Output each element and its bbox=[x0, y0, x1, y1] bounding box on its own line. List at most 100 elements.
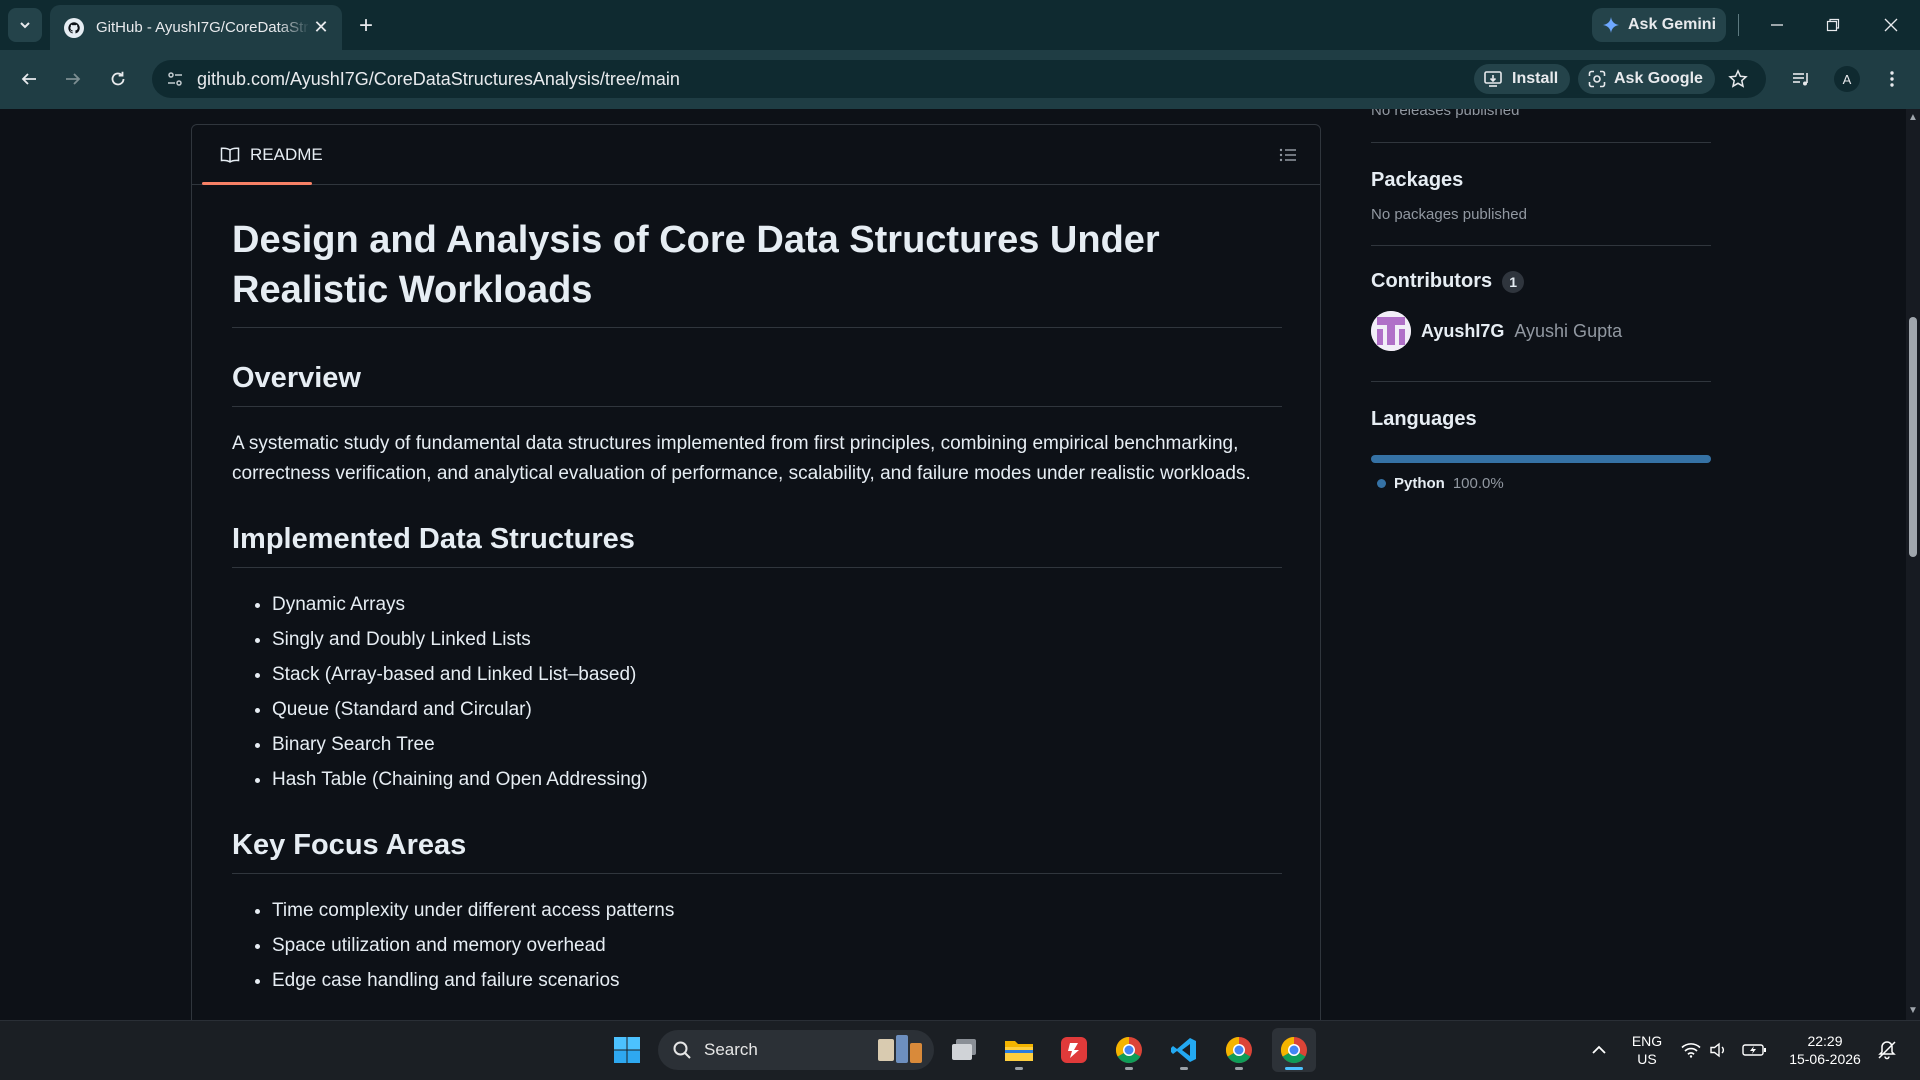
language-percent: 100.0% bbox=[1452, 475, 1504, 492]
tab-close-icon[interactable]: ✕ bbox=[310, 17, 332, 39]
taskbar-chrome-2[interactable] bbox=[1217, 1028, 1261, 1072]
contributors-heading[interactable]: Contributors 1 bbox=[1371, 270, 1711, 293]
bookmark-star-button[interactable] bbox=[1723, 64, 1753, 94]
clock[interactable]: 22:29 15-06-2026 bbox=[1780, 1032, 1870, 1068]
scrollbar-thumb[interactable] bbox=[1909, 317, 1917, 557]
packages-empty-text: No packages published bbox=[1371, 206, 1527, 223]
table-of-contents-button[interactable] bbox=[1276, 143, 1300, 167]
github-icon bbox=[64, 17, 84, 38]
tab-title: GitHub - AyushI7G/CoreDataStructuresAnal… bbox=[96, 19, 310, 36]
windows-logo-icon bbox=[614, 1037, 640, 1063]
taskbar-app-red[interactable] bbox=[1052, 1028, 1096, 1072]
languages-section: Languages Python 100.0% bbox=[1371, 382, 1711, 492]
install-label: Install bbox=[1512, 70, 1559, 87]
readme-title: Design and Analysis of Core Data Structu… bbox=[232, 215, 1282, 328]
reload-icon bbox=[111, 71, 125, 86]
notification-bell-icon bbox=[1878, 1041, 1896, 1060]
scroll-down-icon[interactable]: ▼ bbox=[1908, 1006, 1918, 1016]
list-item: Binary Search Tree bbox=[272, 730, 1282, 760]
show-hidden-icons-button[interactable] bbox=[1584, 1035, 1614, 1065]
install-app-button[interactable]: Install bbox=[1474, 64, 1571, 94]
arrow-right-icon bbox=[66, 73, 81, 85]
language-item-python[interactable]: Python 100.0% bbox=[1371, 475, 1711, 492]
taskbar-chrome-3-active[interactable] bbox=[1272, 1028, 1316, 1072]
contributor-name: Ayushi Gupta bbox=[1514, 320, 1623, 341]
readme-panel: README Design and Analysis of Core Data … bbox=[191, 124, 1321, 1020]
app-icon bbox=[1061, 1037, 1087, 1063]
packages-section: Packages No packages published bbox=[1371, 143, 1711, 246]
taskbar-task-view[interactable] bbox=[942, 1028, 986, 1072]
site-info-icon[interactable] bbox=[164, 68, 186, 90]
forward-button[interactable] bbox=[58, 64, 88, 94]
profile-avatar[interactable]: A bbox=[1834, 66, 1860, 92]
close-window-button[interactable] bbox=[1876, 10, 1906, 40]
ask-google-label: Ask Google bbox=[1614, 70, 1703, 87]
packages-heading[interactable]: Packages bbox=[1371, 169, 1711, 192]
ask-gemini-button[interactable]: Ask Gemini bbox=[1592, 8, 1726, 42]
speaker-icon bbox=[1710, 1042, 1724, 1058]
browser-menu-button[interactable] bbox=[1877, 64, 1907, 94]
page-viewport: README Design and Analysis of Core Data … bbox=[0, 109, 1906, 1020]
search-icon bbox=[673, 1041, 691, 1059]
close-icon bbox=[1884, 18, 1898, 32]
minimize-icon bbox=[1771, 24, 1783, 26]
language-bar bbox=[1371, 455, 1711, 463]
taskbar-search[interactable]: Search bbox=[658, 1030, 934, 1070]
contributor-avatar[interactable] bbox=[1371, 311, 1411, 351]
start-button[interactable] bbox=[605, 1028, 649, 1072]
active-tab-underline bbox=[202, 182, 312, 185]
language-name: Python bbox=[1394, 475, 1445, 492]
battery-status[interactable] bbox=[1740, 1035, 1770, 1065]
taskbar-file-explorer[interactable] bbox=[997, 1028, 1041, 1072]
readme-tab[interactable]: README bbox=[212, 125, 331, 185]
back-button[interactable] bbox=[14, 64, 44, 94]
contributor-row[interactable]: AyushI7G Ayushi Gupta bbox=[1371, 311, 1711, 351]
folder-icon bbox=[1005, 1041, 1033, 1061]
taskbar-vscode[interactable] bbox=[1162, 1028, 1206, 1072]
releases-section: No releases published bbox=[1371, 109, 1711, 143]
tab-search-button[interactable] bbox=[8, 8, 42, 42]
ask-gemini-label: Ask Gemini bbox=[1627, 16, 1717, 33]
chrome-icon bbox=[1225, 1036, 1252, 1064]
wifi-status[interactable] bbox=[1676, 1035, 1706, 1065]
contributors-count-badge: 1 bbox=[1502, 270, 1525, 293]
scroll-up-icon[interactable]: ▲ bbox=[1908, 113, 1918, 123]
readme-tab-label: README bbox=[250, 145, 323, 164]
repo-sidebar: No releases published Packages No packag… bbox=[1371, 109, 1711, 492]
restore-icon bbox=[1826, 18, 1840, 32]
chrome-icon bbox=[1280, 1036, 1307, 1064]
gemini-sparkle-icon bbox=[1602, 17, 1619, 33]
volume-status[interactable] bbox=[1704, 1035, 1734, 1065]
kebab-menu-icon bbox=[1890, 71, 1894, 87]
browser-tab-active[interactable]: GitHub - AyushI7G/CoreDataStructuresAnal… bbox=[50, 5, 342, 50]
implemented-heading: Implemented Data Structures bbox=[232, 519, 1282, 568]
taskbar-chrome-1[interactable] bbox=[1107, 1028, 1151, 1072]
language-color-dot bbox=[1377, 479, 1386, 488]
contributor-login[interactable]: AyushI7G bbox=[1421, 321, 1504, 342]
minimize-button[interactable] bbox=[1762, 10, 1792, 40]
lang-line-1: ENG bbox=[1631, 1033, 1663, 1049]
chrome-icon bbox=[1115, 1036, 1142, 1064]
google-lens-icon bbox=[1588, 70, 1606, 88]
contributors-section: Contributors 1 AyushI7G Ayushi Gupta bbox=[1371, 246, 1711, 382]
input-language-indicator[interactable]: ENG US bbox=[1628, 1032, 1666, 1068]
reading-list-button[interactable] bbox=[1786, 64, 1816, 94]
ask-google-button[interactable]: Ask Google bbox=[1578, 64, 1715, 94]
url-text[interactable]: github.com/AyushI7G/CoreDataStructuresAn… bbox=[197, 69, 680, 90]
page-scrollbar[interactable]: ▲ ▼ bbox=[1906, 109, 1920, 1020]
new-tab-button[interactable]: + bbox=[352, 12, 380, 40]
star-icon bbox=[1728, 69, 1748, 88]
book-icon bbox=[220, 147, 240, 163]
list-item: Space utilization and memory overhead bbox=[272, 931, 1282, 961]
notifications-button[interactable] bbox=[1872, 1035, 1902, 1065]
readme-markdown: Design and Analysis of Core Data Structu… bbox=[232, 215, 1282, 1001]
arrow-left-icon bbox=[21, 73, 36, 85]
vscode-icon bbox=[1171, 1038, 1196, 1062]
tab-strip: GitHub - AyushI7G/CoreDataStructuresAnal… bbox=[0, 0, 1920, 50]
clock-time: 22:29 bbox=[1807, 1033, 1843, 1049]
search-highlight-icon bbox=[878, 1035, 922, 1063]
running-indicator bbox=[1015, 1067, 1023, 1070]
reload-button[interactable] bbox=[103, 64, 133, 94]
task-view-icon bbox=[952, 1039, 976, 1060]
restore-button[interactable] bbox=[1818, 10, 1848, 40]
